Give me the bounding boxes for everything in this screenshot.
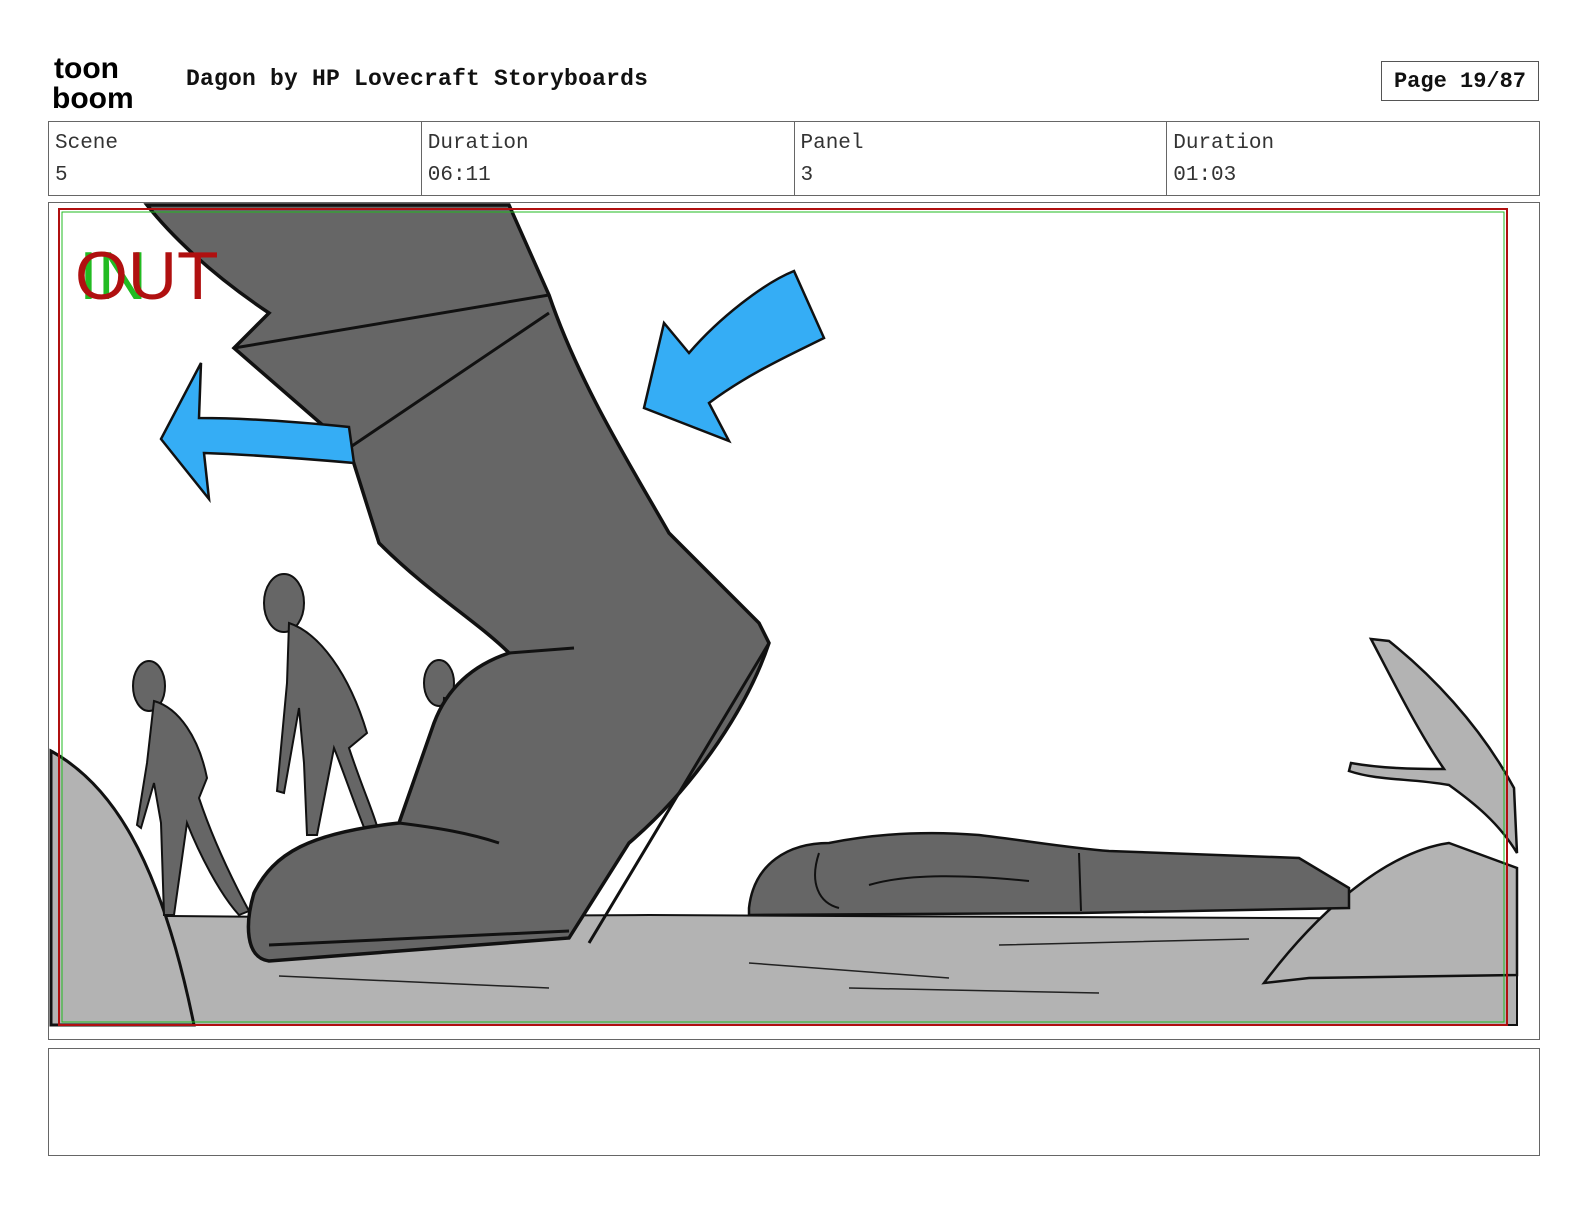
logo-text-top: toon (54, 52, 119, 85)
logo-text-bottom: boom (52, 82, 134, 112)
dead-branch (1347, 637, 1519, 854)
panel-label: Panel (800, 132, 864, 155)
scene-duration-cell: Duration 06:11 (422, 122, 795, 195)
scene-duration-value: 06:11 (427, 164, 491, 187)
blue-arrow-right (642, 269, 826, 444)
panel-value: 3 (800, 164, 814, 187)
storyboard-sketch: IN OUT (49, 203, 1519, 1027)
document-title: Dagon by HP Lovecraft Storyboards (186, 66, 649, 92)
scene-value: 5 (55, 164, 68, 187)
giant-boot (143, 203, 771, 963)
panel-notes-box (48, 1048, 1540, 1156)
storyboard-panel-frame: IN OUT (48, 202, 1540, 1040)
scene-cell: Scene 5 (49, 122, 422, 195)
toon-boom-logo: toon boom (52, 52, 134, 112)
panel-cell: Panel 3 (795, 122, 1168, 195)
panel-duration-cell: Duration 01:03 (1167, 122, 1539, 195)
panel-duration-label: Duration (1173, 132, 1275, 155)
out-marker: OUT (75, 238, 219, 314)
page-indicator: Page 19/87 (1381, 61, 1539, 101)
scene-duration-label: Duration (427, 132, 529, 155)
panel-duration-value: 01:03 (1173, 164, 1237, 187)
scene-label: Scene (55, 132, 119, 155)
lying-figure (747, 831, 1351, 917)
panel-info-table: Scene 5 Duration 06:11 Panel 3 Duration … (48, 121, 1540, 196)
walking-figure-middle (263, 573, 381, 837)
